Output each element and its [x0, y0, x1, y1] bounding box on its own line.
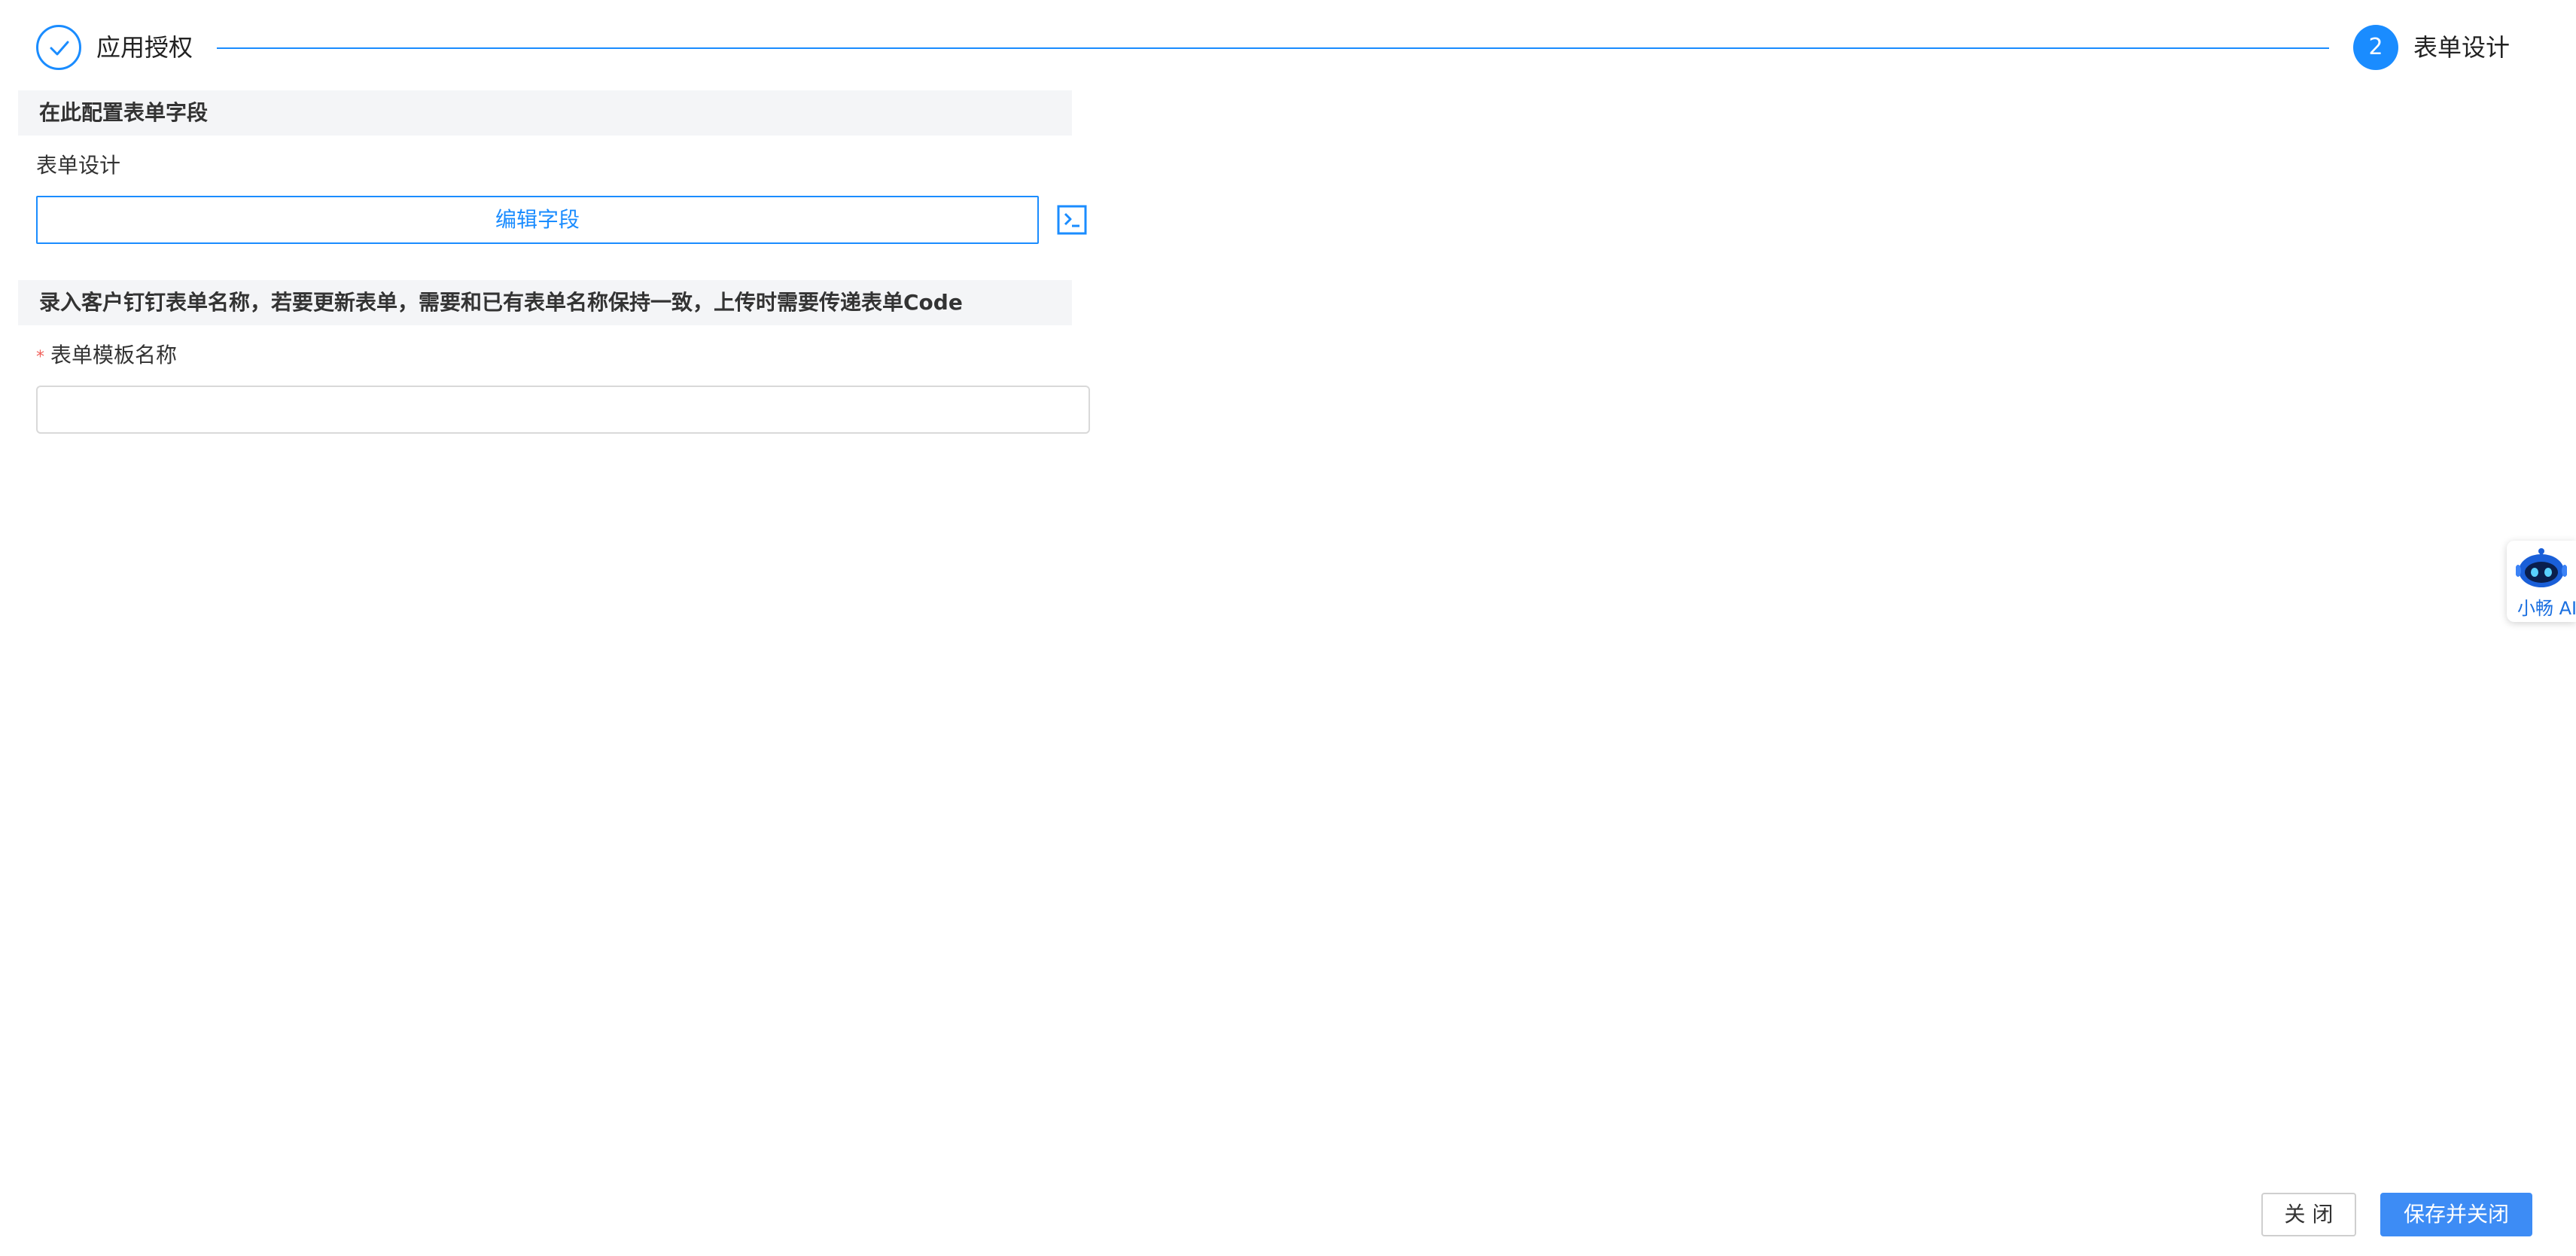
required-mark: *: [36, 348, 44, 367]
step-1-done-circle[interactable]: [36, 25, 81, 70]
ai-assistant-widget[interactable]: 小畅 AI: [2507, 541, 2576, 622]
ai-assistant-label: 小畅 AI: [2517, 598, 2576, 619]
section-header-template-name: 录入客户钉钉表单名称，若要更新表单，需要和已有表单名称保持一致，上传时需要传递表…: [18, 280, 1072, 325]
template-name-label-text: 表单模板名称: [50, 343, 178, 367]
terminal-icon[interactable]: [1057, 205, 1087, 235]
edit-fields-button[interactable]: 编辑字段: [36, 196, 1039, 244]
step-connector-line: [217, 47, 2329, 49]
check-icon: [50, 41, 69, 56]
robot-icon: [2516, 548, 2567, 587]
section-header-form-fields: 在此配置表单字段: [18, 90, 1072, 136]
form-design-label: 表单设计: [36, 153, 121, 178]
step-1-label[interactable]: 应用授权: [96, 25, 193, 70]
step-indicator: 应用授权 2 表单设计: [0, 0, 2576, 93]
close-button[interactable]: 关 闭: [2261, 1193, 2356, 1236]
save-and-close-button[interactable]: 保存并关闭: [2380, 1193, 2532, 1236]
template-name-input[interactable]: [36, 386, 1090, 434]
template-name-label: * 表单模板名称: [36, 340, 177, 373]
step-2-label[interactable]: 表单设计: [2413, 25, 2510, 70]
step-2-number[interactable]: 2: [2353, 25, 2398, 70]
form-design-page: 应用授权 2 表单设计 在此配置表单字段 表单设计 编辑字段 录入客户钉钉表单名…: [0, 0, 2576, 1256]
